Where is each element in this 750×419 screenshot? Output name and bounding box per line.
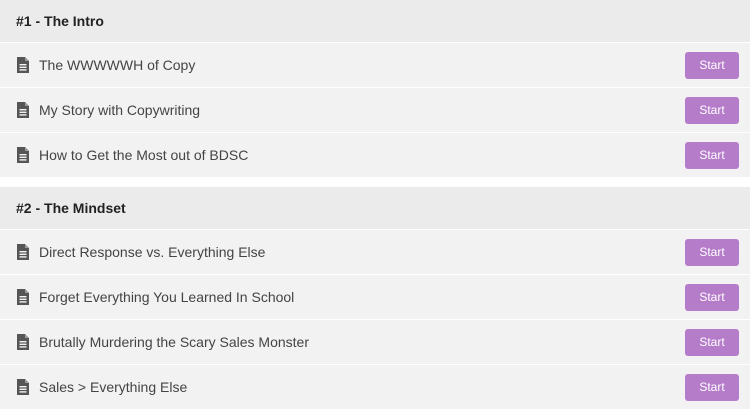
section-2: #2 - The Mindset Direct Response vs. Eve… (0, 187, 750, 409)
lecture-info: Direct Response vs. Everything Else (16, 244, 265, 260)
document-icon (16, 102, 30, 118)
lecture-item[interactable]: My Story with Copywriting Start (0, 87, 750, 132)
section-header: #1 - The Intro (0, 0, 750, 42)
lecture-title[interactable]: Brutally Murdering the Scary Sales Monst… (39, 334, 309, 350)
lecture-item[interactable]: Brutally Murdering the Scary Sales Monst… (0, 319, 750, 364)
document-icon (16, 379, 30, 395)
start-button[interactable]: Start (685, 373, 739, 401)
lecture-info: Sales > Everything Else (16, 379, 187, 395)
lecture-info: Brutally Murdering the Scary Sales Monst… (16, 334, 309, 350)
lecture-title[interactable]: The WWWWWH of Copy (39, 57, 195, 73)
start-button[interactable]: Start (685, 328, 739, 356)
document-icon (16, 57, 30, 73)
lecture-item[interactable]: Forget Everything You Learned In School … (0, 274, 750, 319)
document-icon (16, 244, 30, 260)
document-icon (16, 147, 30, 163)
lecture-item[interactable]: How to Get the Most out of BDSC Start (0, 132, 750, 177)
document-icon (16, 334, 30, 350)
start-button[interactable]: Start (685, 238, 739, 266)
section-header: #2 - The Mindset (0, 187, 750, 229)
lecture-info: The WWWWWH of Copy (16, 57, 195, 73)
lecture-item[interactable]: The WWWWWH of Copy Start (0, 42, 750, 87)
start-button[interactable]: Start (685, 283, 739, 311)
lecture-info: Forget Everything You Learned In School (16, 289, 294, 305)
lecture-title[interactable]: My Story with Copywriting (39, 102, 200, 118)
lecture-title[interactable]: Forget Everything You Learned In School (39, 289, 294, 305)
lecture-title[interactable]: Direct Response vs. Everything Else (39, 244, 265, 260)
start-button[interactable]: Start (685, 51, 739, 79)
section-1: #1 - The Intro The WWWWWH of Copy Start … (0, 0, 750, 177)
lecture-item[interactable]: Sales > Everything Else Start (0, 364, 750, 409)
lecture-info: How to Get the Most out of BDSC (16, 147, 248, 163)
lecture-title[interactable]: How to Get the Most out of BDSC (39, 147, 248, 163)
document-icon (16, 289, 30, 305)
section-title: #2 - The Mindset (16, 200, 126, 216)
course-curriculum: #1 - The Intro The WWWWWH of Copy Start … (0, 0, 750, 409)
start-button[interactable]: Start (685, 96, 739, 124)
start-button[interactable]: Start (685, 141, 739, 169)
lecture-title[interactable]: Sales > Everything Else (39, 379, 187, 395)
lecture-info: My Story with Copywriting (16, 102, 200, 118)
section-title: #1 - The Intro (16, 13, 104, 29)
lecture-item[interactable]: Direct Response vs. Everything Else Star… (0, 229, 750, 274)
